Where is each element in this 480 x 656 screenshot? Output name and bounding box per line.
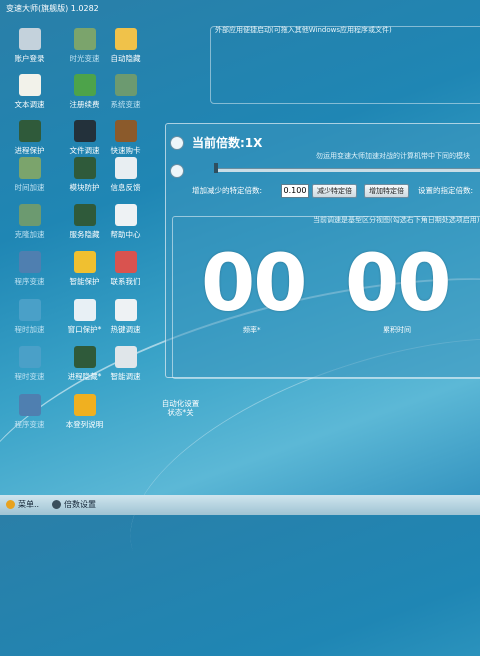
elapsed-digits: 00 [345,239,452,329]
feature-tile-label: 程时变速 [14,372,45,381]
monitor-chart-icon [73,157,96,179]
elapsed-label: 累积时间 [383,326,411,334]
feature-tile-label: 智能调速 [110,372,141,381]
mail-icon [114,157,137,179]
frequency-label: 频率* [243,326,261,334]
presentation-icon [114,251,137,273]
speed-control-window: 当前倍数:1X 勿运用变速大师加速对战的计算机带中下同的模块 增加减少的特定倍数… [165,123,480,379]
folder-icon [114,28,137,50]
monitor-chart-icon [73,204,96,226]
preset-label: 设置的指定倍数: [418,186,474,195]
window-icon [73,299,96,321]
compass-icon [73,394,96,416]
contacts-icon [73,74,96,96]
chip-icon [18,157,41,179]
external-launch-caption: 外部应用便捷启动(可拖入其他Windows应用程序或文件) [215,26,392,34]
feature-tile-label: 程时加速 [14,325,45,334]
multiplier-input[interactable]: 0.100 [281,184,309,198]
terminal-icon [73,120,96,142]
decrease-button[interactable]: 减少特定倍 [312,184,357,198]
taskbar: 菜单.. 倍数设置 [0,495,480,515]
clock-icon [18,346,41,368]
feature-tile-label: 热键调速 [110,325,141,334]
multiplier-label: 增加减少的特定倍数: [192,186,263,195]
feature-tile-label: 克隆加速 [14,230,45,239]
increase-button[interactable]: 增加特定倍 [364,184,409,198]
monitor-chart-icon [18,120,41,142]
monitor-chart-icon [73,346,96,368]
feature-tile-label: 自动隐藏 [110,54,141,63]
feature-tile-label: 本登列说明 [65,420,104,429]
feature-tile-label: 账户登录 [14,54,45,63]
feature-tile-label: 系统变速 [110,100,141,109]
feature-tile[interactable]: 本登列说明 [57,388,112,458]
external-launch-panel[interactable]: 外部应用便捷启动(可拖入其他Windows应用程序或文件) [210,26,480,104]
clock-icon [18,299,41,321]
speed-slider-thumb[interactable] [214,163,218,173]
speed-view-frame: 当前调速是基型区分视图(勾选右下角日期处选项启用) 00 00 频率* 累积时间 [172,216,480,379]
speed-settings-icon [52,500,61,509]
chip-icon [73,28,96,50]
menu-button[interactable]: 菜单.. [6,499,39,511]
link-icon [18,28,41,50]
feature-tile-label: 文本调速 [14,100,45,109]
frequency-digits: 00 [201,239,308,329]
shield-icon [73,251,96,273]
speed-settings-button[interactable]: 倍数设置 [52,499,96,511]
feature-tile-label: 程序变速 [14,420,45,429]
edit-icon [18,74,41,96]
grid-icon [18,394,41,416]
refresh-icon[interactable] [170,164,184,178]
feature-tile-label: 时间加速 [14,183,45,192]
document-icon [114,204,137,226]
feature-tile-label: 帮助中心 [110,230,141,239]
window-title: 变速大师(旗舰版) 1.0282 [6,4,99,13]
feature-tile-label: 联系我们 [110,277,141,286]
gauge-icon [114,346,137,368]
chip-icon [18,204,41,226]
view-caption: 当前调速是基型区分视图(勾选右下角日期处选项启用) [313,216,480,224]
grid-icon [18,251,41,273]
bar-chart-icon [114,299,137,321]
speed-hint: 勿运用变速大师加速对战的计算机带中下同的模块 [316,152,470,160]
feature-tile[interactable]: 程序变速 [2,388,57,458]
menu-icon [6,500,15,509]
wallet-icon [114,120,137,142]
feature-tile-label: 程序变速 [14,277,45,286]
feature-tile-label: 自动化设置状态*关 [161,399,200,417]
chip-icon [114,74,137,96]
current-multiplier: 当前倍数:1X [192,136,263,150]
speed-slider-track[interactable] [216,168,480,172]
speed-settings-label: 倍数设置 [64,500,96,509]
feature-tile-label: 信息反馈 [110,183,141,192]
gear-icon[interactable] [170,136,184,150]
menu-label: 菜单.. [18,500,40,509]
